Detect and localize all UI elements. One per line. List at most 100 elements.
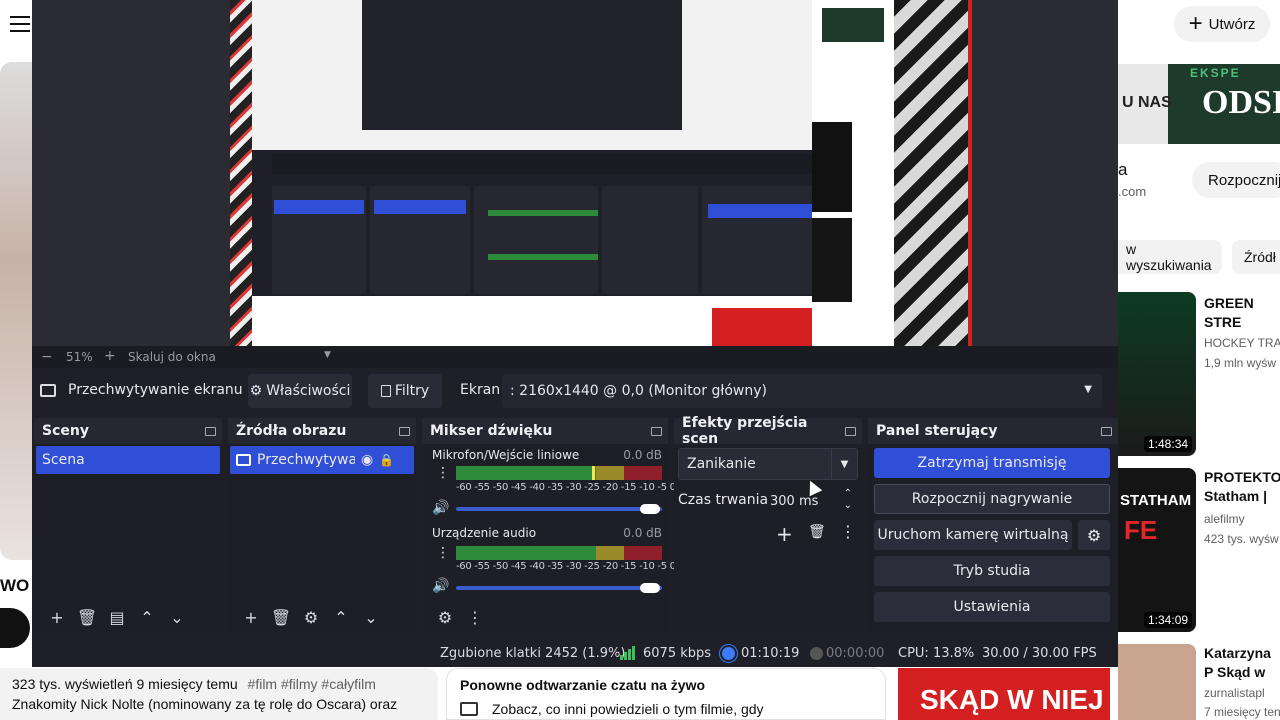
advanced-audio-icon[interactable]: ⚙ bbox=[430, 603, 460, 631]
scene-filters-icon[interactable]: ▤ bbox=[102, 603, 132, 631]
source-item[interactable]: Przechwytywani ◉ 🔒 bbox=[230, 446, 414, 474]
video-channel-2[interactable]: alefilmy bbox=[1204, 512, 1245, 526]
subscribe-button[interactable]: Rozpocznij bbox=[1192, 162, 1280, 198]
duration-badge-1: 1:48:34 bbox=[1144, 436, 1193, 452]
preview-canvas[interactable] bbox=[32, 0, 1118, 346]
speaker-icon[interactable]: 🔊 bbox=[432, 500, 449, 516]
chip-search-label: w wyszukiwania bbox=[1126, 241, 1212, 273]
remove-source-icon[interactable]: 🗑 bbox=[266, 603, 296, 631]
virtual-camera-button[interactable]: Uruchom kamerę wirtualną bbox=[874, 520, 1072, 550]
properties-button[interactable]: ⚙ Właściwości bbox=[248, 374, 352, 408]
chip-sources-label: Źródł bbox=[1244, 249, 1276, 265]
scenes-toolbar: + 🗑 ▤ ⌃ ⌄ bbox=[34, 600, 222, 634]
create-label: Utwórz bbox=[1208, 15, 1256, 33]
video-thumbnail-2[interactable]: STATHAM FE bbox=[1118, 468, 1196, 632]
description-tags[interactable]: #film #filmy #całyfilm bbox=[248, 676, 376, 692]
more-options-icon[interactable]: ⋮ bbox=[436, 546, 450, 560]
zoom-in-button[interactable]: + bbox=[104, 348, 116, 364]
chip-sources[interactable]: Źródł bbox=[1232, 240, 1280, 274]
move-down-icon[interactable]: ⌄ bbox=[356, 603, 386, 631]
add-transition-icon[interactable]: + bbox=[776, 522, 793, 546]
source-settings-icon[interactable]: ⚙ bbox=[296, 603, 326, 631]
undock-icon[interactable] bbox=[399, 426, 410, 436]
menu-icon[interactable] bbox=[10, 14, 30, 32]
studio-mode-label: Tryb studia bbox=[953, 563, 1031, 579]
zoom-out-button[interactable]: − bbox=[41, 349, 53, 365]
screen-select[interactable]: : 2160x1440 @ 0,0 (Monitor główny) ▼ bbox=[502, 374, 1102, 408]
banner-text-small: EKSPE bbox=[1190, 66, 1241, 80]
filter-icon bbox=[380, 385, 391, 397]
undock-icon[interactable] bbox=[1101, 426, 1112, 436]
move-up-icon[interactable]: ⌃ bbox=[326, 603, 356, 631]
studio-mode-button[interactable]: Tryb studia bbox=[874, 556, 1110, 586]
channel-banner[interactable]: EKSPE U NAS ODSI bbox=[1118, 64, 1280, 144]
move-up-icon[interactable]: ⌃ bbox=[132, 603, 162, 631]
transition-options-icon[interactable]: ⋮ bbox=[840, 522, 856, 541]
chat-replay[interactable]: Ponowne odtwarzanie czatu na żywo Zobacz… bbox=[446, 668, 886, 720]
thumb-2-accent: FE bbox=[1124, 515, 1158, 545]
chat-side-thumbnail[interactable]: SKĄD W NIEJ bbox=[898, 668, 1110, 720]
undock-icon[interactable] bbox=[845, 426, 856, 436]
description-text: Znakomity Nick Nolte (nominowany za tę r… bbox=[12, 696, 398, 712]
audio-meter bbox=[456, 546, 662, 560]
volume-slider-handle[interactable] bbox=[640, 504, 660, 514]
source-toolbar: Przechwytywanie ekranu ⚙ Właściwości Fil… bbox=[32, 372, 1118, 410]
description-meta: 323 tys. wyświetleń 9 miesięcy temu #fil… bbox=[12, 676, 426, 692]
banner-text-unas: U NAS bbox=[1122, 94, 1172, 111]
meter-scale: -60 -55 -50 -45 -40 -35 -30 -25 -20 -15 … bbox=[456, 561, 676, 572]
channel-avatar[interactable] bbox=[0, 608, 30, 648]
create-button[interactable]: + Utwórz bbox=[1174, 6, 1270, 42]
add-source-button[interactable]: + bbox=[236, 603, 266, 631]
fps: 30.00 / 30.00 FPS bbox=[982, 646, 1097, 661]
remove-scene-icon[interactable]: 🗑 bbox=[72, 603, 102, 631]
duration-label: Czas trwania bbox=[678, 492, 769, 508]
video-thumbnail-1[interactable] bbox=[1118, 292, 1196, 456]
video-title-2[interactable]: PROTEKTOR Statham | ak bbox=[1204, 468, 1280, 506]
chat-replay-text: Zobacz, co inni powiedzieli o tym filmie… bbox=[492, 701, 764, 717]
undock-icon[interactable] bbox=[205, 426, 216, 436]
scene-item[interactable]: Scena bbox=[36, 446, 220, 474]
video-title-3[interactable]: Katarzyna P Skąd w niej t bbox=[1204, 644, 1280, 682]
mixer-channel-name: Urządzenie audio bbox=[432, 526, 537, 540]
video-channel-1[interactable]: HOCKEY TRAV bbox=[1204, 336, 1280, 350]
preview-border-right-stripes bbox=[894, 0, 968, 346]
video-title-1[interactable]: GREEN STRE HOOLIGANS bbox=[1204, 294, 1280, 332]
eye-icon[interactable]: ◉ bbox=[361, 452, 373, 468]
stop-stream-button[interactable]: Zatrzymaj transmisję bbox=[874, 448, 1110, 478]
move-down-icon[interactable]: ⌄ bbox=[162, 603, 192, 631]
transitions-title: Efekty przejścia scen bbox=[682, 415, 808, 447]
volume-slider[interactable] bbox=[456, 586, 662, 590]
virtual-camera-settings-button[interactable]: ⚙ bbox=[1078, 520, 1110, 550]
lock-icon[interactable]: 🔒 bbox=[379, 453, 394, 467]
mixer-title: Mikser dźwięku bbox=[430, 423, 553, 439]
remove-transition-icon[interactable]: 🗑 bbox=[808, 524, 826, 540]
description-box[interactable]: 323 tys. wyświetleń 9 miesięcy temu #fil… bbox=[0, 668, 438, 720]
spin-down-icon[interactable]: ⌄ bbox=[844, 500, 852, 511]
chip-search[interactable]: w wyszukiwania bbox=[1110, 240, 1222, 274]
video-channel-3[interactable]: zurnalistapl bbox=[1204, 686, 1265, 700]
start-recording-button[interactable]: Rozpocznij nagrywanie bbox=[874, 484, 1110, 514]
sources-header: Źródła obrazu bbox=[228, 418, 416, 444]
settings-button[interactable]: Ustawienia bbox=[874, 592, 1110, 622]
volume-slider-handle[interactable] bbox=[640, 583, 660, 593]
volume-slider[interactable] bbox=[456, 507, 662, 511]
controls-header: Panel sterujący bbox=[868, 418, 1118, 444]
more-options-icon[interactable]: ⋮ bbox=[436, 466, 450, 480]
more-options-icon[interactable]: ⋮ bbox=[460, 603, 490, 631]
undock-icon[interactable] bbox=[651, 426, 662, 436]
filters-button[interactable]: Filtry bbox=[368, 374, 442, 408]
transition-select[interactable]: Zanikanie ▼ bbox=[678, 448, 858, 480]
video-thumbnail-3[interactable] bbox=[1118, 644, 1196, 720]
audio-meter bbox=[456, 466, 662, 480]
zoom-dropdown-icon[interactable]: ▼ bbox=[324, 350, 331, 360]
subscribe-label: Rozpocznij bbox=[1208, 171, 1280, 189]
speaker-icon[interactable]: 🔊 bbox=[432, 578, 449, 594]
properties-label: Właściwości bbox=[266, 383, 351, 399]
gear-icon: ⚙ bbox=[1086, 525, 1102, 545]
add-scene-button[interactable]: + bbox=[42, 603, 72, 631]
scale-to-window[interactable]: Skaluj do okna bbox=[128, 350, 216, 364]
signal-icon bbox=[620, 646, 636, 660]
mixer-channel-name: Mikrofon/Wejście liniowe bbox=[432, 448, 580, 462]
chat-icon bbox=[460, 702, 478, 716]
spin-up-icon[interactable]: ⌃ bbox=[844, 488, 852, 499]
